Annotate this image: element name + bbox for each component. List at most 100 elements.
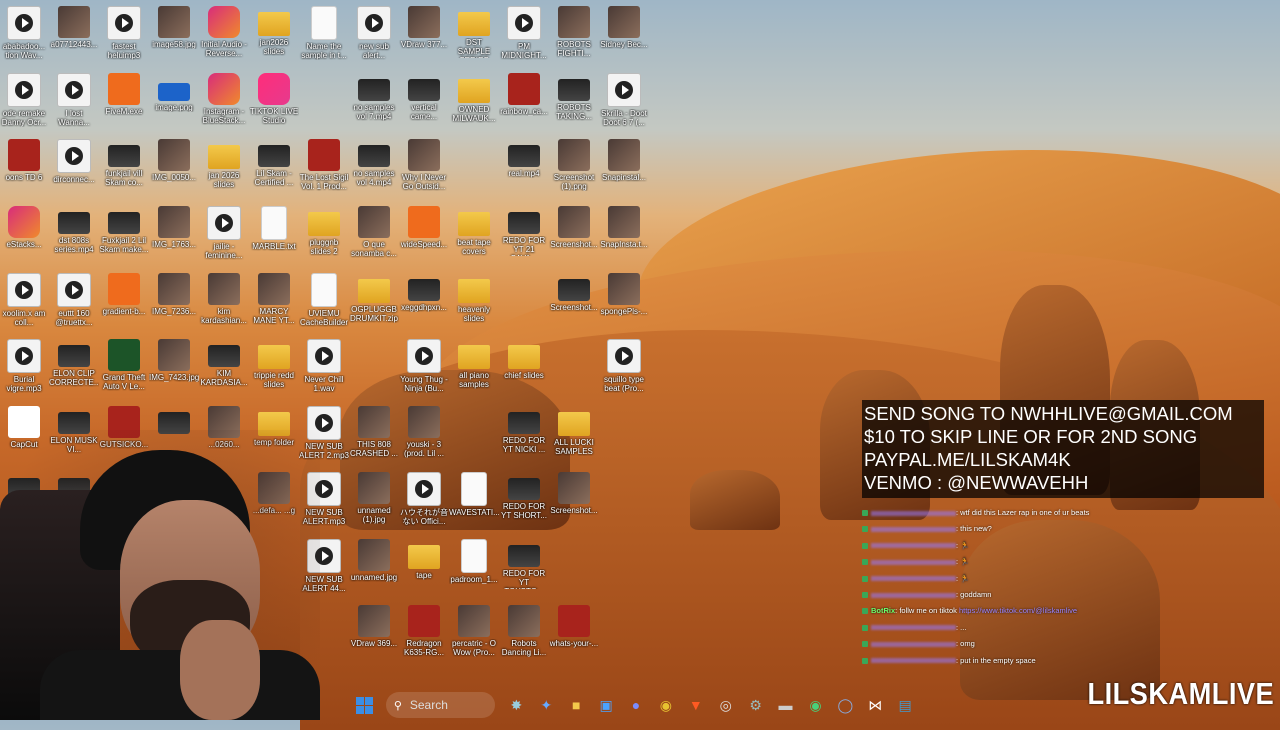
desktop-icon[interactable]: REDO FOR YT SHORT...	[499, 470, 549, 532]
desktop-icon[interactable]: Fuxkjail 2 Lil Skam make...	[99, 204, 149, 266]
desktop-icon[interactable]: trippie redd slides	[249, 337, 299, 399]
desktop-icon[interactable]: Robots Dancing Li...	[499, 603, 549, 665]
desktop-icon[interactable]: image.png	[149, 71, 199, 133]
desktop-icon[interactable]: vertical came...	[399, 71, 449, 133]
desktop-icon[interactable]: Redragon K635-RG...	[399, 603, 449, 665]
brave-icon[interactable]: ▼	[683, 692, 709, 718]
desktop-icon[interactable]: jan2026 slides	[249, 4, 299, 66]
desktop-icon[interactable]: chief slides	[499, 337, 549, 399]
desktop-icon[interactable]: WAVESTATI...	[449, 470, 499, 532]
desktop-icon[interactable]: REDO FOR YT NICKI ...	[499, 404, 549, 466]
desktop-icon[interactable]: dst 808s series.mp4	[49, 204, 99, 266]
desktop-icon[interactable]: xeggdhpxn...	[399, 271, 449, 333]
desktop-icon[interactable]: kim kardashian...	[199, 271, 249, 333]
desktop-icon[interactable]: euttt 160 @truettx...	[49, 271, 99, 333]
steam-icon[interactable]: ⚙	[743, 692, 769, 718]
desktop-icon[interactable]: THIS 808 CRASHED ...	[349, 404, 399, 466]
desktop-icon[interactable]: squillo type beat (Pro...	[599, 337, 649, 399]
desktop-icon[interactable]: tape	[399, 537, 449, 599]
desktop-icon[interactable]: jailie - feminine...	[199, 204, 249, 266]
desktop-icon[interactable]: TIKTOK LIVE Studio	[249, 71, 299, 133]
desktop-icon[interactable]: youski - 3 (prod. Lil ...	[399, 404, 449, 466]
desktop-icon[interactable]: unnamed (1).jpg	[349, 470, 399, 532]
desktop-icon[interactable]: gradient-b...	[99, 271, 149, 333]
desktop-icon[interactable]: ELON CLIP CORRECTE...	[49, 337, 99, 399]
desktop-icon[interactable]: Screenshot...	[549, 204, 599, 266]
desktop-icon[interactable]: KIM KARDASIA...	[199, 337, 249, 399]
desktop-icon[interactable]: ROBOTS TAKING...	[549, 71, 599, 133]
desktop-icon[interactable]: ode remake Danny Ocr...	[0, 71, 49, 133]
desktop-icon[interactable]: VDraw 369...	[349, 603, 399, 665]
desktop-icon[interactable]: all piano samples	[449, 337, 499, 399]
desktop-icon[interactable]: I lost Wanna...	[49, 71, 99, 133]
taskbar-search[interactable]: ⚲ Search	[385, 692, 496, 718]
desktop-icon[interactable]: wideSpeed...	[399, 204, 449, 266]
desktop-icon[interactable]: The Lost Sigil Vol. 1 Prod...	[299, 137, 349, 199]
desktop-icon[interactable]: xoolim.x am coll...	[0, 271, 49, 333]
desktop-icon[interactable]: IMG_1763...	[149, 204, 199, 266]
desktop-icon[interactable]: new sub alert...	[349, 4, 399, 66]
desktop-icon[interactable]: ハウそれが音 ない Offici...	[399, 470, 449, 532]
desktop-icon[interactable]: padroom_1...	[449, 537, 499, 599]
desktop-icon[interactable]: REDO FOR YT TOYSTO...	[499, 537, 549, 599]
desktop-icon[interactable]: a07712443...	[49, 4, 99, 66]
desktop-icon[interactable]: Name the sample in t...	[299, 4, 349, 66]
copilot-icon[interactable]: ✦	[533, 692, 559, 718]
desktop-icon[interactable]: no samples vol 7.mp4	[349, 71, 399, 133]
desktop-icon[interactable]: ALL LUCKI SAMPLES	[549, 404, 599, 466]
desktop-icon[interactable]: ababadoo... tion Wav...	[0, 4, 49, 66]
desktop-icon[interactable]: OGPLUGGB DRUMKIT.zip	[349, 271, 399, 333]
desktop-icon[interactable]: eStacks...	[0, 204, 49, 266]
desktop-icon[interactable]: OWNED MILWAUK...	[449, 71, 499, 133]
desktop-icon[interactable]: jan 2026 slides	[199, 137, 249, 199]
desktop-icon[interactable]: Lil Skam - Certified ...	[249, 137, 299, 199]
desktop-icon[interactable]: rainbow_ca...	[499, 71, 549, 133]
desktop-icon[interactable]: DST SAMPLE SERIES	[449, 4, 499, 66]
desktop-icon[interactable]: IMG_7236...	[149, 271, 199, 333]
desktop-icon[interactable]: UVIEMU CacheBuilder	[299, 271, 349, 333]
4k-icon[interactable]: ◯	[832, 692, 858, 718]
desktop-icon[interactable]: IMG_7423.jpg	[149, 337, 199, 399]
desktop-icon[interactable]: Burial vigre.mp3	[0, 337, 49, 399]
desktop-icon[interactable]: Initial Audio - Reverse...	[199, 4, 249, 66]
desktop-icon[interactable]: Screenshot (1).png	[549, 137, 599, 199]
desktop-icon[interactable]: Young Thug - Ninja (Bu...	[399, 337, 449, 399]
discord-icon[interactable]: ●	[623, 692, 649, 718]
desktop-icon[interactable]: REDO FOR YT 21 SAVA...	[499, 204, 549, 266]
widgets-icon[interactable]: ✸	[503, 692, 529, 718]
desktop-icon[interactable]: Why I Never Go Outsid...	[399, 137, 449, 199]
desktop-icon[interactable]: image58.jpg	[149, 4, 199, 66]
desktop-icon[interactable]: Sidney Bec...	[599, 4, 649, 66]
desktop-icon[interactable]: percatric - O Wow (Pro...	[449, 603, 499, 665]
store-icon[interactable]: ▣	[593, 692, 619, 718]
app-icon[interactable]: ▬	[773, 692, 799, 718]
desktop-icon[interactable]: unnamed.jpg	[349, 537, 399, 599]
desktop-icon[interactable]: oons TD 6	[0, 137, 49, 199]
desktop-icon[interactable]: O que sonamba c...	[349, 204, 399, 266]
desktop-icon[interactable]: pluggnb slides 2	[299, 204, 349, 266]
chat-link[interactable]: https://www.tiktok.com/@lilskamlive	[959, 606, 1077, 615]
vdraw-icon[interactable]: ▤	[892, 692, 918, 718]
desktop-icon[interactable]: Skrilla - Doot Doot 6 7 (...	[599, 71, 649, 133]
desktop-icon[interactable]: MARBLE.txt	[249, 204, 299, 266]
desktop-icon[interactable]: MARCY MANE YT...	[249, 271, 299, 333]
edge-icon[interactable]: ◉	[802, 692, 828, 718]
desktop-icon[interactable]: funkjail vill Skam co...	[99, 137, 149, 199]
desktop-icon[interactable]: Screenshot...	[549, 271, 599, 333]
desktop-icon[interactable]: real.mp4	[499, 137, 549, 199]
desktop-icon[interactable]: IMG_0050...	[149, 137, 199, 199]
desktop-icon[interactable]: whats-your-...	[549, 603, 599, 665]
desktop-icon[interactable]: PM MIDNIGHT...	[499, 4, 549, 66]
desktop-icon[interactable]: SnapInsta.t...	[599, 204, 649, 266]
start-button[interactable]	[352, 692, 378, 718]
desktop-icon[interactable]: Never Chill 1.wav	[299, 337, 349, 399]
desktop-icon[interactable]: dirconnec...	[49, 137, 99, 199]
file-explorer-icon[interactable]: ■	[563, 692, 589, 718]
desktop-icon[interactable]: VDraw 377...	[399, 4, 449, 66]
desktop-icon[interactable]: fastest heluimp3	[99, 4, 149, 66]
desktop-icon[interactable]: spongePls-...	[599, 271, 649, 333]
desktop-icon[interactable]: beat tape covers	[449, 204, 499, 266]
desktop-icon[interactable]: heavenly slides	[449, 271, 499, 333]
desktop-icon[interactable]: Instagram - BlueStack...	[199, 71, 249, 133]
desktop-icon[interactable]: Snapinstal...	[599, 137, 649, 199]
